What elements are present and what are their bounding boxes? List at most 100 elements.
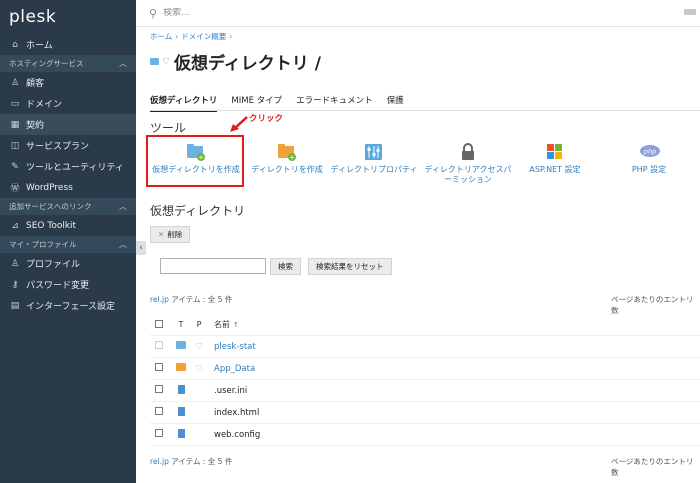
chart-icon: ⊿ [11, 220, 19, 231]
row-checkbox[interactable] [155, 429, 163, 437]
row-name[interactable]: plesk-stat [214, 342, 256, 352]
sidebar-item-label: SEO Toolkit [26, 220, 77, 231]
row-name[interactable]: App_Data [214, 364, 255, 374]
sidebar-nav: ⌂ ホーム ホスティングサービス ︿ ♙ 顧客 ▭ ドメイン ▦ 契約 ◫ サービスプラン ✎ ツールとユ… [0, 34, 136, 316]
tool-label: 仮想ディレクトリを作成 [152, 165, 240, 174]
plesk-logo: plesk [9, 7, 57, 27]
sidebar-item[interactable]: ♙ 顧客 [0, 72, 136, 93]
tool-label: ディレクトリを作成 [251, 165, 323, 174]
shield-icon: ⛉ [196, 341, 202, 351]
sidebar-item[interactable]: ⌂ ホーム [0, 34, 136, 55]
per-page-label-footer: ページあたりのエントリ数 [611, 457, 694, 477]
table-row: .user.ini [150, 380, 700, 402]
svg-text:+: + [289, 154, 295, 162]
lock-icon [458, 143, 478, 161]
item-count-footer-text: アイテム : 全 5 件 [168, 457, 233, 466]
sort-asc-icon: ↑ [233, 321, 239, 329]
windows-icon [545, 143, 565, 161]
sidebar-item[interactable]: ◫ サービスプラン [0, 135, 136, 156]
sidebar-item[interactable]: ▭ ドメイン [0, 93, 136, 114]
sidebar-item-label: インターフェース設定 [26, 302, 116, 312]
sidebar-item[interactable]: ⚷ パスワード変更 [0, 274, 136, 295]
select-all-checkbox[interactable] [155, 319, 163, 328]
column-type: T [178, 320, 184, 329]
vdir-heading: 仮想ディレクトリ [150, 204, 246, 218]
tool-lock[interactable]: ディレクトリアクセスパーミッション [422, 143, 514, 185]
row-checkbox[interactable] [155, 385, 163, 393]
delete-button-label: 削除 [167, 230, 183, 239]
shield-icon: ⛉ [163, 56, 169, 66]
delete-icon: ✕ [158, 230, 165, 239]
click-annotation-label: クリック [249, 114, 284, 124]
key-icon: ⚷ [11, 279, 19, 290]
tool-sliders[interactable]: ディレクトリプロパティ [330, 143, 418, 175]
table-header-row: T P 名前 ↑ [150, 314, 700, 336]
monitor-icon: ▭ [10, 98, 20, 109]
sidebar-item[interactable]: ▦ 契約 [0, 114, 136, 135]
tool-label: PHP 設定 [631, 165, 667, 174]
sidebar-section[interactable]: ホスティングサービス ︿ [0, 55, 136, 72]
sidebar-section-label: ホスティングサービス [9, 59, 84, 68]
row-checkbox[interactable] [155, 363, 163, 371]
title-row: ⛉ 仮想ディレクトリ / [150, 49, 321, 74]
search-input[interactable] [163, 8, 564, 18]
user-menu[interactable] [684, 9, 696, 15]
row-checkbox[interactable] [155, 341, 163, 349]
sidebar-item-label: 契約 [26, 121, 45, 131]
sidebar-item[interactable]: ✎ ツールとユーティリティ [0, 156, 136, 177]
chevron-up-icon: ︿ [119, 240, 127, 249]
row-checkbox[interactable] [155, 407, 163, 415]
sidebar-item[interactable]: ⊿ SEO Toolkit [0, 215, 136, 236]
svg-text:+: + [198, 154, 204, 162]
sidebar-item-label: プロファイル [26, 260, 81, 270]
column-name[interactable]: 名前 ↑ [208, 319, 700, 330]
sidebar-item[interactable]: ♙ プロファイル [0, 253, 136, 274]
sidebar-section[interactable]: マイ・プロファイル ︿ [0, 236, 136, 253]
profile-icon: ♙ [10, 258, 20, 269]
tool-php[interactable]: php PHP 設定 [616, 143, 682, 175]
shield-icon: ⛉ [196, 363, 202, 373]
reset-search-button[interactable]: 検索結果をリセット [308, 258, 392, 275]
sidebar-item[interactable]: ▤ インターフェース設定 [0, 295, 136, 316]
sidebar-section[interactable]: 追加サービスへのリンク ︿ [0, 198, 136, 215]
domain-link-footer[interactable]: rel.jp [150, 457, 169, 466]
breadcrumb-home[interactable]: ホーム [150, 32, 172, 41]
table-row: index.html [150, 402, 700, 424]
folder-add-icon: + [186, 143, 206, 162]
row-name: web.config [214, 429, 261, 440]
item-count: rel.jp アイテム : 全 5 件 [150, 294, 232, 305]
top-bar: ⚲ [136, 0, 700, 27]
delete-button[interactable]: ✕ 削除 [150, 226, 191, 243]
tool-label: ディレクトリアクセスパーミッション [424, 165, 512, 184]
tabs-divider [150, 110, 700, 111]
search-icon: ⚲ [149, 6, 158, 20]
tool-label: ディレクトリプロパティ [330, 165, 418, 174]
sidebar: plesk ⌂ ホーム ホスティングサービス ︿ ♙ 顧客 ▭ ドメイン ▦ 契約 ◫ サービスプラン… [0, 0, 136, 483]
item-count-footer: rel.jp アイテム : 全 5 件 [150, 456, 232, 467]
breadcrumb-domain-overview[interactable]: ドメイン概要 [181, 32, 226, 41]
sidebar-collapse-handle[interactable]: ‹ [136, 241, 146, 255]
chevron-up-icon: ︿ [119, 202, 127, 211]
click-annotation: クリック [230, 112, 284, 132]
user-icon: ♙ [10, 77, 20, 88]
folder-icon [176, 341, 186, 349]
sidebar-item[interactable]: Ⓦ WordPress [0, 177, 136, 198]
per-page-label: ページあたりのエントリ数 [611, 295, 694, 315]
grid-icon: ▦ [10, 119, 20, 130]
tool-folder-add-orange[interactable]: + ディレクトリを作成 [249, 143, 325, 175]
search-button[interactable]: 検索 [270, 258, 301, 275]
sliders-icon [364, 143, 384, 161]
table-row: web.config [150, 424, 700, 446]
tool-windows[interactable]: ASP.NET 設定 [522, 143, 588, 175]
sidebar-item-label: パスワード変更 [26, 281, 90, 291]
php-icon: php [639, 143, 660, 161]
main-content: ホーム › ドメイン概要 › ⛉ 仮想ディレクトリ / 仮想ディレクトリ MIME タ… [146, 27, 700, 483]
home-icon: ⌂ [12, 39, 18, 50]
sidebar-section-label: マイ・プロファイル [9, 240, 77, 249]
domain-link[interactable]: rel.jp [150, 295, 169, 304]
column-name-label: 名前 [214, 320, 230, 329]
filter-input[interactable] [160, 258, 266, 274]
sidebar-item-label: WordPress [26, 182, 73, 193]
directory-table: T P 名前 ↑ ⛉ plesk-stat ⛉ App_Data .user.ini ind… [150, 314, 700, 446]
tool-folder-add[interactable]: + 仮想ディレクトリを作成 [148, 143, 244, 175]
